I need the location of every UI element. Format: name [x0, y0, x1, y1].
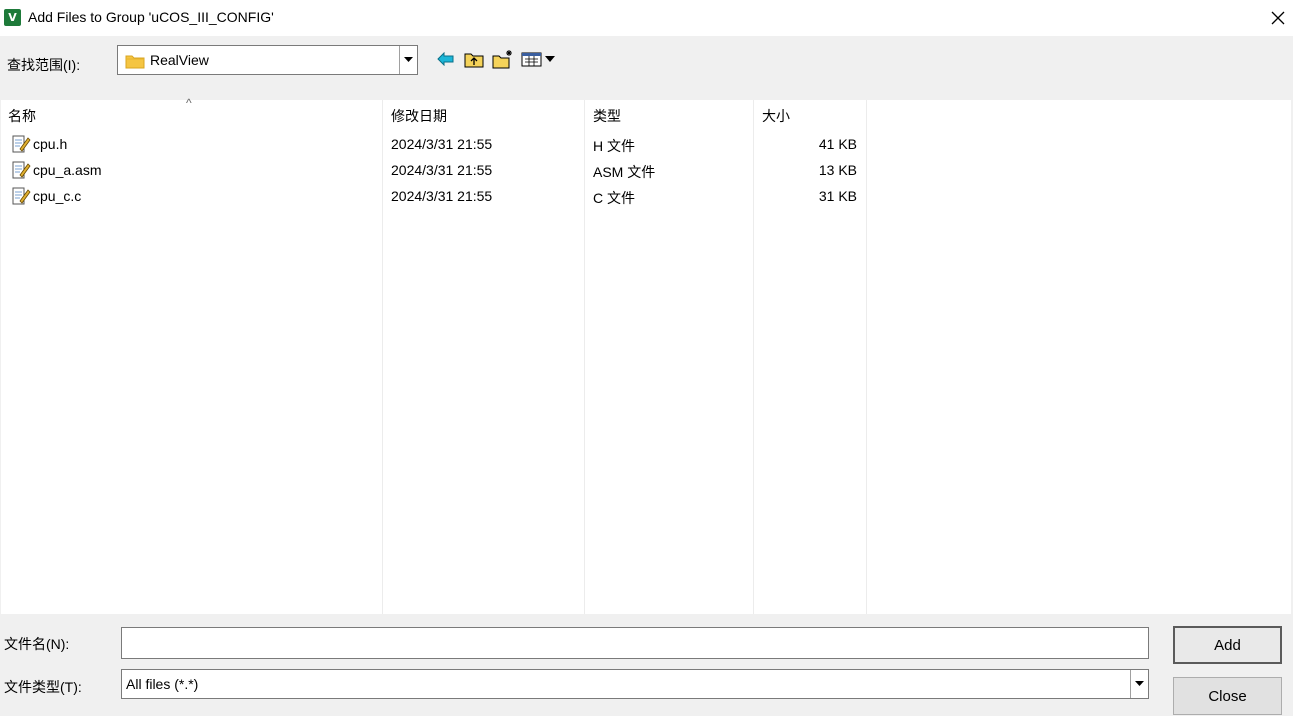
file-date: 2024/3/31 21:55 [391, 162, 493, 178]
file-type-dropdown[interactable]: All files (*.*) [121, 669, 1149, 699]
file-type-dropdown-arrow[interactable] [1130, 670, 1148, 698]
title-bar: V Add Files to Group 'uCOS_III_CONFIG' [0, 0, 1293, 36]
column-header-size[interactable]: 大小 [762, 106, 790, 126]
text-file-icon [12, 135, 31, 153]
file-name-label: 文件名(N): [4, 636, 70, 652]
file-size: 13 KB [818, 162, 857, 178]
look-in-label: 查找范围(I): [7, 57, 81, 73]
file-type: C 文件 [593, 190, 635, 206]
text-file-icon [12, 161, 31, 179]
window-title: Add Files to Group 'uCOS_III_CONFIG' [28, 9, 274, 25]
file-size: 31 KB [818, 188, 857, 204]
close-icon [1271, 11, 1285, 25]
up-folder-button[interactable] [462, 48, 486, 70]
close-button[interactable]: Close [1173, 677, 1282, 715]
file-date: 2024/3/31 21:55 [391, 188, 493, 204]
folder-icon [125, 55, 145, 69]
app-icon: V [4, 9, 21, 26]
chevron-down-icon [1135, 681, 1144, 686]
file-name-input[interactable] [121, 627, 1149, 659]
file-name: cpu_c.c [33, 188, 82, 204]
look-in-dropdown-arrow[interactable] [399, 46, 417, 74]
file-list[interactable]: 名称 ^ 修改日期 类型 大小 cpu.h 2024/3/31 21:55 H … [1, 96, 1291, 614]
column-header-type[interactable]: 类型 [593, 106, 621, 126]
column-header-name[interactable]: 名称 [8, 106, 36, 126]
add-button[interactable]: Add [1173, 626, 1282, 664]
close-window-button[interactable] [1263, 0, 1293, 36]
chevron-down-icon [404, 57, 413, 62]
text-file-icon [12, 187, 31, 205]
file-type: H 文件 [593, 138, 635, 154]
new-folder-button[interactable] [490, 48, 516, 70]
view-menu-button[interactable] [521, 48, 557, 70]
new-folder-icon [492, 50, 512, 69]
file-date: 2024/3/31 21:55 [391, 136, 493, 152]
column-header-date[interactable]: 修改日期 [391, 106, 447, 126]
view-menu-icon [521, 52, 555, 67]
up-folder-icon [464, 53, 484, 68]
file-size: 41 KB [818, 136, 857, 152]
file-row[interactable]: cpu.h 2024/3/31 21:55 H 文件 41 KB [1, 131, 867, 157]
file-name: cpu.h [33, 136, 68, 152]
file-type-value: All files (*.*) [126, 676, 199, 692]
sort-ascending-icon: ^ [186, 96, 192, 110]
back-button[interactable] [436, 48, 456, 70]
back-icon [437, 52, 454, 66]
file-row[interactable]: cpu_c.c 2024/3/31 21:55 C 文件 31 KB [1, 183, 867, 209]
file-type: ASM 文件 [593, 164, 656, 180]
look-in-dropdown[interactable]: RealView [117, 45, 418, 75]
file-row[interactable]: cpu_a.asm 2024/3/31 21:55 ASM 文件 13 KB [1, 157, 867, 183]
file-type-label: 文件类型(T): [4, 679, 82, 695]
look-in-value: RealView [150, 52, 209, 68]
file-name: cpu_a.asm [33, 162, 102, 178]
